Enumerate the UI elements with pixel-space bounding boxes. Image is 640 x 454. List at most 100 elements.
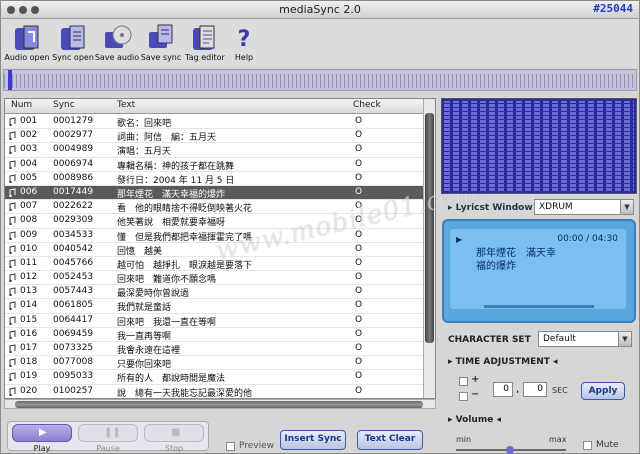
- row-text: 歌名：回來吧: [117, 119, 172, 129]
- row-text: 專輯名稱：神的孩子都在跳舞: [117, 161, 235, 172]
- sync-open-icon: [61, 25, 85, 50]
- play-button[interactable]: ▶: [12, 424, 72, 442]
- row-text: 最深愛時你曾說過: [117, 289, 190, 300]
- table-row[interactable]: 015 0064417 回來吧 我還一直在等啊 O: [5, 314, 425, 328]
- lyrics-progress-track[interactable]: [484, 305, 594, 308]
- lyrics-window-label-text: Lyricst Window: [455, 203, 533, 213]
- table-row[interactable]: 014 0061805 我們就是童話 O: [5, 299, 425, 314]
- preview-checkbox[interactable]: [226, 442, 235, 451]
- time-fraction-field[interactable]: 0: [523, 382, 547, 397]
- note-icon: [9, 330, 16, 340]
- row-check: O: [355, 116, 363, 126]
- table-vertical-scrollbar[interactable]: [423, 99, 435, 398]
- note-icon: [9, 316, 16, 325]
- row-sync: 0057443: [53, 286, 94, 297]
- row-check: O: [355, 328, 363, 339]
- lyrics-line-2: 福的爆炸: [476, 261, 516, 272]
- time-separator: ,: [516, 384, 520, 395]
- volume-slider-thumb[interactable]: [506, 446, 514, 454]
- lyrics-window-label: ▸ Lyricst Window ◂: [448, 203, 540, 213]
- text-clear-button[interactable]: Text Clear: [357, 430, 423, 450]
- lyrics-skin-select[interactable]: XDRUM ▼: [534, 199, 634, 215]
- table-row[interactable]: 013 0057443 最深愛時你曾說過 O: [5, 285, 425, 300]
- time-adjustment-label-text: TIME ADJUSTMENT: [455, 357, 550, 367]
- save-audio-button[interactable]: Save audio: [93, 22, 141, 62]
- row-check: O: [355, 314, 363, 325]
- table-row[interactable]: 003 0004989 演唱：五月天 O: [5, 143, 425, 158]
- row-num: 008: [20, 215, 38, 226]
- note-icon: [9, 273, 16, 283]
- charset-select[interactable]: Default ▼: [538, 331, 632, 347]
- time-seconds-field[interactable]: 0: [493, 382, 513, 397]
- row-sync: 0045766: [53, 257, 94, 268]
- table-row[interactable]: 001 0001279 歌名：回來吧 O: [5, 115, 425, 130]
- pause-label: Pause: [96, 444, 120, 453]
- time-plus-radio[interactable]: [459, 377, 468, 386]
- note-icon: [9, 202, 16, 212]
- table-row[interactable]: 020 0100257 說 總有一天我能忘記最深愛的他 O: [5, 385, 425, 398]
- chevron-down-icon: ▼: [620, 200, 633, 214]
- note-icon: [9, 216, 16, 226]
- row-sync: 0004989: [53, 144, 94, 155]
- triangle-left-icon: ◂: [553, 357, 558, 367]
- apply-button[interactable]: Apply: [581, 382, 625, 400]
- note-icon: [9, 386, 16, 396]
- sync-open-button[interactable]: Sync open: [49, 22, 97, 62]
- time-minus-radio[interactable]: [459, 392, 468, 401]
- table-row[interactable]: 018 0077008 只要你回來吧 O: [5, 356, 425, 371]
- svg-text:?: ?: [238, 27, 251, 52]
- row-num: 001: [20, 116, 38, 126]
- stop-button[interactable]: ■: [144, 424, 204, 442]
- lyrics-display-screen: ▶ 00:00 / 04:30 那年煙花 滿天幸 福的爆炸: [450, 229, 626, 309]
- note-icon: [9, 344, 16, 354]
- column-header-text[interactable]: Text: [117, 100, 135, 110]
- sync-open-label: Sync open: [52, 53, 94, 62]
- column-header-num[interactable]: Num: [11, 100, 32, 110]
- time-unit-label: SEC: [552, 386, 568, 395]
- audio-open-button[interactable]: Audio open: [3, 22, 51, 62]
- mute-checkbox[interactable]: [583, 441, 592, 450]
- timeline-ruler[interactable]: [3, 69, 637, 91]
- row-text: 回憶 越美: [117, 246, 163, 257]
- table-row[interactable]: 002 0002977 詞曲：阿信 編：五月天 O: [5, 129, 425, 144]
- lyrics-line-1: 那年煙花 滿天幸: [476, 248, 556, 259]
- charset-label: CHARACTER SET: [448, 335, 531, 345]
- volume-label-text: Volume: [455, 415, 494, 425]
- pause-icon: ❚❚: [104, 427, 121, 438]
- triangle-right-icon: ▸: [448, 203, 453, 213]
- table-row[interactable]: 012 0052453 回來吧 難道你不願念嗎 O: [5, 271, 425, 286]
- timeline-playhead[interactable]: [8, 70, 12, 90]
- row-sync: 0052453: [53, 272, 94, 283]
- help-label: Help: [234, 53, 254, 62]
- row-check: O: [355, 357, 363, 368]
- table-row[interactable]: 006 0017449 那年煙花 滿天幸福的爆炸 O: [5, 185, 425, 201]
- table-horizontal-scroll-thumb[interactable]: [15, 401, 423, 408]
- spectrum-grid: [444, 101, 634, 191]
- save-sync-button[interactable]: Save sync: [137, 22, 185, 62]
- table-vertical-scroll-thumb[interactable]: [425, 113, 434, 343]
- transport-controls: ▶ Play ❚❚ Pause ■ Stop: [7, 421, 209, 453]
- table-row[interactable]: 017 0073325 我會永遠在這裡 O: [5, 342, 425, 357]
- table-row[interactable]: 019 0095033 所有的人 都說時間是魔法 O: [5, 370, 425, 385]
- window-title: mediaSync 2.0: [279, 3, 361, 16]
- insert-sync-button[interactable]: Insert Sync: [280, 430, 346, 450]
- table-row[interactable]: 011 0045766 越可怕 越掙扎 眼淚越是要落下 O: [5, 257, 425, 272]
- preview-label: Preview: [239, 441, 275, 451]
- row-sync: 0034533: [53, 229, 94, 240]
- table-horizontal-scrollbar[interactable]: [4, 399, 436, 409]
- table-row[interactable]: 005 0008986 發行日：2004 年 11 月 5 日 O: [5, 172, 425, 186]
- column-header-check[interactable]: Check: [353, 100, 381, 110]
- pause-button[interactable]: ❚❚: [78, 424, 138, 442]
- row-num: 015: [20, 314, 38, 325]
- column-header-sync[interactable]: Sync: [53, 100, 75, 110]
- help-button[interactable]: ? Help: [220, 22, 268, 62]
- row-sync: 0022622: [53, 201, 94, 212]
- row-text: 他笑著說 相愛就要幸福呀: [117, 218, 226, 229]
- row-num: 014: [20, 300, 38, 311]
- row-num: 003: [20, 144, 38, 155]
- row-sync: 0061805: [53, 300, 94, 311]
- table-row[interactable]: 004 0006974 專輯名稱：神的孩子都在跳舞 O: [5, 158, 425, 172]
- table-row[interactable]: 016 0069459 我一直再等啊 O: [5, 328, 425, 342]
- volume-slider[interactable]: [456, 446, 566, 454]
- row-sync: 0100257: [53, 385, 94, 396]
